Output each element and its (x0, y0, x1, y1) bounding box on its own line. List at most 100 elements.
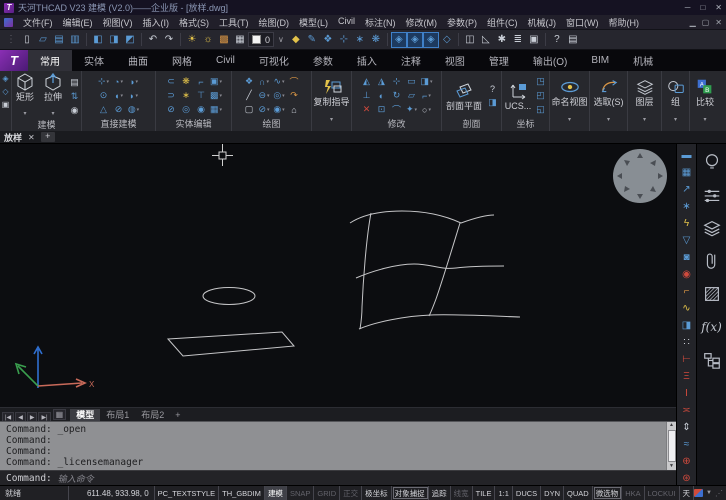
dimension-tool-icon[interactable]: Ξ (679, 368, 695, 385)
modify-icon[interactable]: ⌒ (389, 103, 404, 117)
menu-item[interactable]: 插入(I) (138, 16, 175, 29)
view-style-cube-icon[interactable]: ◇ (439, 32, 455, 48)
view-tool-icon[interactable]: ▦ (232, 32, 248, 48)
status-toggle[interactable]: 建模 (265, 486, 287, 500)
menu-item[interactable]: 格式(S) (174, 16, 214, 29)
menu-item[interactable]: 组件(C) (482, 16, 523, 29)
solid-editing-icon[interactable]: ⊤ (194, 89, 209, 103)
view-style-cube-icon[interactable]: ◈ (407, 32, 423, 48)
status-flag-icon[interactable] (694, 489, 703, 497)
modify-icon[interactable]: ✕ (359, 103, 374, 117)
scroll-thumb[interactable] (668, 430, 676, 462)
modify-icon[interactable]: ◐ (374, 89, 389, 103)
modify-icon[interactable]: ○ (419, 103, 434, 117)
menu-item[interactable]: 机械(J) (523, 16, 562, 29)
direct-modeling-icon[interactable]: ⊙ (96, 89, 111, 103)
panel-tool-icon[interactable]: ≣ (510, 32, 526, 48)
modify-icon[interactable]: ⊹ (389, 75, 404, 89)
status-toggle[interactable]: 追踪 (429, 486, 451, 500)
status-toggle[interactable]: 天 (680, 486, 695, 500)
file-tool-icon[interactable]: ▱ (35, 32, 51, 48)
draw-icon[interactable]: ╱ (242, 89, 257, 103)
layers-icon[interactable] (701, 218, 723, 238)
dimension-tool-icon[interactable]: ◨ (679, 317, 695, 334)
modify-icon[interactable]: ◨ (419, 75, 434, 89)
command-input[interactable]: 输入命令 (58, 472, 94, 485)
toolbar-expand-chevron-icon[interactable]: ∨ (278, 35, 284, 44)
menu-item[interactable]: 模型(L) (294, 16, 333, 29)
dimension-tool-icon[interactable]: ▦ (679, 164, 695, 181)
undo-redo-icon[interactable]: ↷ (161, 32, 177, 48)
direct-modeling-icon[interactable]: ◑ (126, 75, 141, 89)
ucs-side-icon[interactable]: ◱ (534, 103, 547, 116)
file-tool-icon[interactable]: ▯ (19, 32, 35, 48)
edit-tool-icon[interactable]: ∗ (352, 32, 368, 48)
group-button[interactable]: 组 (662, 71, 690, 131)
status-toggle[interactable]: 线宽 (451, 486, 473, 500)
named-views-button[interactable]: 命名视图 (550, 71, 590, 131)
dimension-tool-icon[interactable]: ∗ (679, 198, 695, 215)
menu-item[interactable]: 帮助(H) (604, 16, 645, 29)
rectangle-profile[interactable] (168, 332, 294, 356)
modeling-side-icon[interactable]: ◉ (68, 104, 81, 117)
modify-icon[interactable]: ⌐ (419, 89, 434, 103)
solid-editing-icon[interactable]: ∗ (179, 89, 194, 103)
help-tool-icon[interactable]: ▤ (565, 32, 581, 48)
draw-icon[interactable]: ◎ (272, 89, 287, 103)
status-toggle[interactable]: TH_GBDIM (219, 486, 265, 500)
status-toggle[interactable]: 极坐标 (362, 486, 392, 500)
menu-item[interactable]: 文件(F) (18, 16, 58, 29)
direct-modeling-icon[interactable]: ⊘ (111, 103, 126, 117)
draw-icon[interactable]: ◉ (272, 103, 287, 117)
ribbon-edge-icon[interactable]: ◈ (2, 74, 8, 83)
status-toggle[interactable]: LOCKUI (645, 486, 680, 500)
dimension-tool-icon[interactable]: ▬ (679, 147, 695, 164)
solid-editing-icon[interactable]: ⌐ (194, 75, 209, 89)
draw-icon[interactable]: ⌂ (287, 103, 302, 117)
solid-editing-icon[interactable]: ▩ (209, 89, 224, 103)
modify-icon[interactable]: ↻ (389, 89, 404, 103)
close-button[interactable]: ✕ (715, 3, 722, 12)
section-plane-button[interactable]: 剖面平面 (444, 81, 484, 111)
panel-label-coordinates[interactable]: 坐标 (502, 119, 549, 131)
modeling-side-icon[interactable]: ▤ (68, 76, 81, 89)
direct-modeling-icon[interactable]: ◍ (126, 103, 141, 117)
layer-color-control[interactable]: 0 (248, 32, 274, 47)
modeling-side-icon[interactable]: ⇅ (68, 90, 81, 103)
copy-guide-button[interactable]: 复制指导 (312, 71, 352, 131)
loft-surface-wireframe[interactable] (350, 211, 520, 329)
thcad-logo-icon[interactable]: T (0, 50, 28, 71)
draw-icon[interactable]: ⊘ (257, 103, 272, 117)
status-toggle[interactable]: PC_TEXTSTYLE (155, 486, 220, 500)
select-button[interactable]: 选取(S) (590, 71, 628, 131)
compare-button[interactable]: AB 比较 (690, 71, 720, 131)
status-toggle[interactable]: HKA (622, 486, 644, 500)
ribbon-tab[interactable]: 曲面 (116, 50, 160, 71)
mdi-window-control[interactable]: ▁ (690, 18, 696, 27)
scroll-up-icon[interactable]: ▲ (669, 422, 674, 429)
minimize-button[interactable]: ─ (685, 3, 691, 12)
direct-modeling-icon[interactable]: ◗ (126, 89, 141, 103)
section-side-icon[interactable]: ? (486, 82, 499, 95)
undo-redo-icon[interactable]: ↶ (145, 32, 161, 48)
solid-editing-icon[interactable]: ⊃ (164, 89, 179, 103)
panel-label-draw[interactable]: 绘图 (232, 119, 311, 131)
file-tool-icon[interactable]: ▥ (67, 32, 83, 48)
draw-icon[interactable]: ⌒ (287, 75, 302, 89)
solid-editing-icon[interactable]: ⊂ (164, 75, 179, 89)
status-toggle[interactable]: 1:1 (495, 486, 512, 500)
modify-icon[interactable]: ▭ (404, 75, 419, 89)
scroll-down-icon[interactable]: ▼ (669, 463, 674, 470)
command-history[interactable]: Command: _openCommand:Command:Command: _… (0, 421, 676, 470)
plot-tool-icon[interactable]: ◩ (122, 32, 138, 48)
plot-tool-icon[interactable]: ◨ (106, 32, 122, 48)
paperclip-icon[interactable] (701, 251, 723, 271)
ucs-side-icon[interactable]: ◰ (534, 89, 547, 102)
panel-tool-icon[interactable]: ✱ (494, 32, 510, 48)
panel-tool-icon[interactable]: ◫ (462, 32, 478, 48)
file-tool-icon[interactable]: ▤ (51, 32, 67, 48)
solid-editing-icon[interactable]: ◉ (194, 103, 209, 117)
ribbon-tab[interactable]: BIM (579, 50, 621, 71)
resize-grip-icon[interactable]: ⋰ (715, 489, 723, 498)
dimension-tool-icon[interactable]: ≍ (679, 402, 695, 419)
